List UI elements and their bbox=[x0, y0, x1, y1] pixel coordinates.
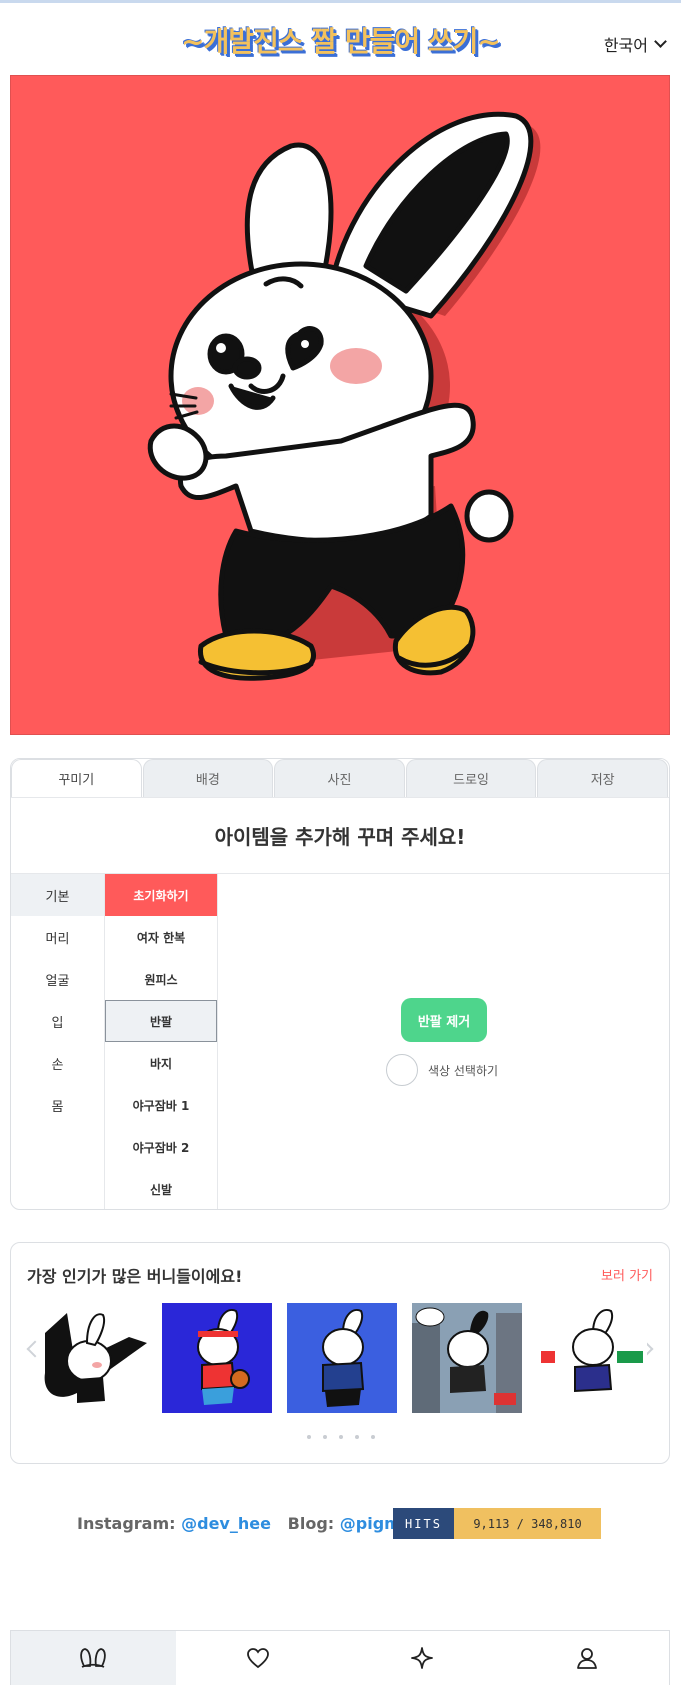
item-options: 반팔 제거 색상 선택하기 bbox=[218, 874, 669, 1209]
tab-decorate[interactable]: 꾸미기 bbox=[11, 759, 142, 797]
blog-label: Blog: bbox=[287, 1514, 335, 1533]
sub-item[interactable]: 야구잠바 1 bbox=[105, 1084, 217, 1126]
sub-item[interactable]: 원피스 bbox=[105, 958, 217, 1000]
bunny-thumbnail bbox=[287, 1303, 397, 1413]
nav-likes[interactable] bbox=[176, 1631, 341, 1685]
tab-photo[interactable]: 사진 bbox=[274, 759, 405, 797]
bunny-thumbnail bbox=[412, 1303, 522, 1413]
hits-label: HITS bbox=[393, 1508, 454, 1539]
category-item-mouth[interactable]: 입 bbox=[11, 1000, 104, 1042]
item-panel: 기본 머리 얼굴 입 손 몸 초기화하기 여자 한복 원피스 반팔 바지 야구잠… bbox=[11, 873, 669, 1209]
nav-featured[interactable] bbox=[340, 1631, 505, 1685]
language-select[interactable]: 한국어 bbox=[603, 32, 667, 56]
tab-save[interactable]: 저장 bbox=[537, 759, 668, 797]
language-label: 한국어 bbox=[603, 36, 648, 55]
category-list: 기본 머리 얼굴 입 손 몸 bbox=[11, 874, 105, 1209]
category-item-face[interactable]: 얼굴 bbox=[11, 958, 104, 1000]
bunny-thumbnail bbox=[537, 1303, 647, 1413]
sub-item-selected[interactable]: 반팔 bbox=[105, 1000, 217, 1042]
sub-item[interactable]: 신발 bbox=[105, 1168, 217, 1209]
sub-item[interactable]: 여자 한복 bbox=[105, 916, 217, 958]
color-picker-label: 색상 선택하기 bbox=[428, 1063, 499, 1078]
heart-icon bbox=[246, 1648, 269, 1669]
hits-value: 9,113 / 348,810 bbox=[454, 1508, 601, 1539]
nav-home[interactable] bbox=[11, 1631, 176, 1685]
category-item-basic[interactable]: 기본 bbox=[11, 874, 104, 916]
nav-profile[interactable] bbox=[505, 1631, 670, 1685]
carousel-dots bbox=[11, 1435, 669, 1439]
popular-thumb[interactable] bbox=[287, 1303, 397, 1413]
sub-item[interactable]: 야구잠바 2 bbox=[105, 1126, 217, 1168]
site-title: ~개발진스 짤 만들어 쓰기~ bbox=[181, 25, 501, 58]
carousel-dot[interactable] bbox=[323, 1435, 327, 1439]
header: ~개발진스 짤 만들어 쓰기~ 한국어 bbox=[0, 10, 681, 70]
popular-thumb[interactable] bbox=[37, 1303, 147, 1413]
browser-top-line bbox=[0, 0, 681, 3]
category-item-hair[interactable]: 머리 bbox=[11, 916, 104, 958]
bottom-nav bbox=[10, 1630, 670, 1685]
category-item-hand[interactable]: 손 bbox=[11, 1042, 104, 1084]
bunny-thumbnail bbox=[37, 1303, 147, 1413]
see-more-link[interactable]: 보러 가기 bbox=[601, 1265, 653, 1284]
editor-tabs: 꾸미기 배경 사진 드로잉 저장 bbox=[11, 759, 669, 797]
popular-thumb[interactable] bbox=[537, 1303, 647, 1413]
bunny-illustration bbox=[147, 111, 541, 681]
carousel-dot[interactable] bbox=[307, 1435, 311, 1439]
carousel-dot[interactable] bbox=[371, 1435, 375, 1439]
popular-section: 가장 인기가 많은 버니들이에요! 보러 가기 bbox=[10, 1242, 670, 1464]
instagram-link[interactable]: @dev_hee bbox=[181, 1514, 271, 1533]
color-swatch[interactable] bbox=[386, 1054, 418, 1086]
tab-drawing[interactable]: 드로잉 bbox=[405, 759, 537, 797]
editor-heading: 아이템을 추가해 꾸며 주세요! bbox=[11, 797, 669, 873]
bunny-thumbnail bbox=[162, 1303, 272, 1413]
popular-thumb[interactable] bbox=[412, 1303, 522, 1413]
remove-item-button[interactable]: 반팔 제거 bbox=[401, 998, 487, 1042]
category-item-body[interactable]: 몸 bbox=[11, 1084, 104, 1126]
editor-panel: 꾸미기 배경 사진 드로잉 저장 아이템을 추가해 꾸며 주세요! 기본 머리 … bbox=[10, 758, 670, 1210]
sparkle-icon bbox=[411, 1647, 434, 1669]
sub-item-list: 초기화하기 여자 한복 원피스 반팔 바지 야구잠바 1 야구잠바 2 신발 bbox=[105, 874, 218, 1209]
user-icon bbox=[576, 1648, 597, 1669]
social-text: Instagram: @dev_hee Blog: @pigme bbox=[77, 1514, 412, 1533]
bunny-canvas[interactable] bbox=[10, 75, 670, 735]
sub-item[interactable]: 바지 bbox=[105, 1042, 217, 1084]
tab-background[interactable]: 배경 bbox=[142, 759, 274, 797]
popular-carousel bbox=[25, 1303, 657, 1417]
chevron-down-icon bbox=[654, 35, 667, 48]
popular-thumb[interactable] bbox=[162, 1303, 272, 1413]
bunny-ears-icon bbox=[80, 1648, 107, 1668]
color-picker[interactable]: 색상 선택하기 bbox=[386, 1054, 498, 1086]
hits-badge: HITS 9,113 / 348,810 bbox=[393, 1508, 601, 1539]
instagram-label: Instagram: bbox=[77, 1514, 176, 1533]
reset-button[interactable]: 초기화하기 bbox=[105, 874, 217, 916]
popular-title: 가장 인기가 많은 버니들이에요! bbox=[27, 1267, 243, 1286]
carousel-dot[interactable] bbox=[355, 1435, 359, 1439]
carousel-dot[interactable] bbox=[339, 1435, 343, 1439]
